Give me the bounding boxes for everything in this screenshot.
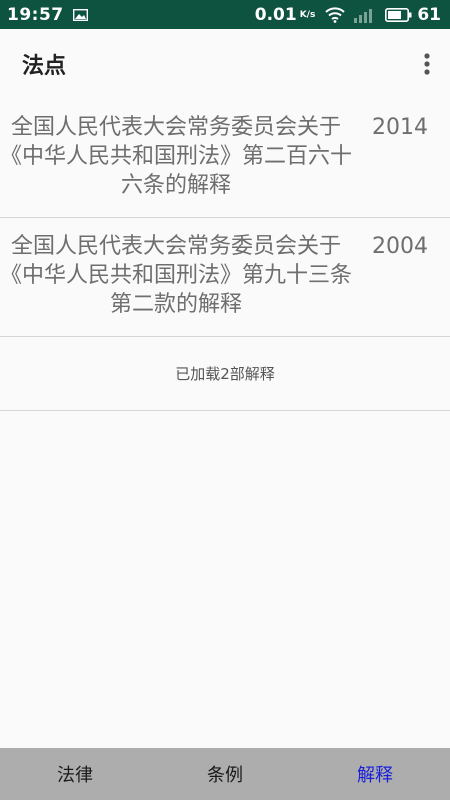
status-bar: 19:57 0.01 K/s 61 (0, 0, 450, 29)
wifi-icon (325, 6, 346, 23)
interpretation-list: 全国人民代表大会常务委员会关于《中华人民共和国刑法》第二百六十六条的解释 201… (0, 99, 450, 337)
tab-regulations[interactable]: 条例 (150, 761, 300, 787)
loaded-count-footer: 已加载2部解释 (0, 336, 450, 411)
list-item[interactable]: 全国人民代表大会常务委员会关于《中华人民共和国刑法》第二百六十六条的解释 201… (0, 99, 450, 218)
overflow-menu-button[interactable] (418, 49, 436, 79)
list-item-year: 2004 (372, 234, 428, 259)
network-speed-unit: K/s (299, 9, 316, 20)
bottom-navigation: 法律 条例 解释 (0, 748, 450, 800)
network-speed: 0.01 (254, 4, 297, 25)
tab-laws[interactable]: 法律 (0, 761, 150, 787)
status-time: 19:57 (7, 4, 64, 25)
list-item-title: 全国人民代表大会常务委员会关于《中华人民共和国刑法》第二百六十六条的解释 (0, 115, 353, 198)
tab-interpretations[interactable]: 解释 (300, 761, 450, 787)
list-item-year: 2014 (372, 115, 428, 140)
list-item-title: 全国人民代表大会常务委员会关于《中华人民共和国刑法》第九十三条第二款的解释 (0, 234, 353, 317)
loaded-count-text: 已加载2部解释 (175, 364, 275, 383)
more-vertical-icon (424, 53, 430, 75)
app-title: 法点 (22, 54, 67, 79)
image-notification-icon (72, 8, 88, 21)
battery-level: 61 (417, 4, 441, 25)
app-bar: 法点 (0, 29, 450, 99)
cell-signal-icon (354, 8, 373, 23)
list-item[interactable]: 全国人民代表大会常务委员会关于《中华人民共和国刑法》第九十三条第二款的解释 20… (0, 218, 450, 337)
battery-icon (385, 7, 412, 22)
